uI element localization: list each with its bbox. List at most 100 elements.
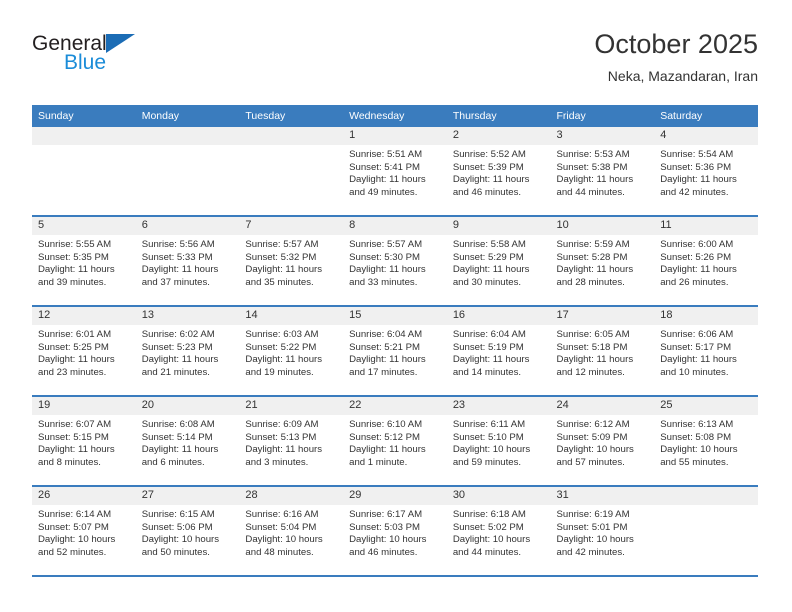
calendar-day-cell[interactable]: 29 Sunrise: 6:17 AM Sunset: 5:03 PM Dayligh…: [343, 485, 447, 577]
sunrise-time: Sunrise: 5:56 AM: [141, 239, 215, 250]
daylight-duration-line2: and 42 minutes.: [660, 186, 729, 198]
brand-logo[interactable]: General Blue: [32, 32, 232, 92]
day-number: 22: [343, 397, 447, 415]
calendar-day-cell[interactable]: 11 Sunrise: 6:00 AM Sunset: 5:26 PM Dayligh…: [654, 215, 758, 306]
sunset-time: Sunset: 5:35 PM: [38, 251, 109, 263]
calendar-day-cell[interactable]: 13 Sunrise: 6:02 AM Sunset: 5:23 PM Dayligh…: [135, 305, 240, 396]
day-number: 29: [343, 487, 447, 505]
calendar-week-row: 1 Sunrise: 5:51 AM Sunset: 5:41 PM Daylight…: [32, 127, 758, 216]
calendar-day-cell[interactable]: 17 Sunrise: 6:05 AM Sunset: 5:18 PM Dayligh…: [550, 305, 655, 396]
daylight-duration-line1: Daylight: 11 hours: [660, 174, 737, 186]
sunset-time: Sunset: 5:21 PM: [349, 341, 421, 353]
daylight-duration-line2: and 12 minutes.: [556, 366, 625, 378]
day-details: Sunrise: 6:00 AM Sunset: 5:26 PM Daylight:…: [654, 235, 758, 289]
sunset-time: Sunset: 5:23 PM: [141, 341, 213, 353]
day-number: 30: [446, 487, 551, 505]
calendar-day-cell[interactable]: 7 Sunrise: 5:57 AM Sunset: 5:32 PM Daylight…: [239, 215, 344, 306]
daylight-duration-line1: Daylight: 11 hours: [349, 264, 426, 276]
sunrise-time: Sunrise: 6:07 AM: [38, 419, 112, 430]
daylight-duration-line2: and 49 minutes.: [349, 186, 418, 198]
sunrise-time: Sunrise: 6:06 AM: [660, 329, 734, 340]
daylight-duration-line1: Daylight: 11 hours: [349, 174, 426, 186]
calendar-day-cell-empty: [32, 127, 136, 216]
day-number: 31: [550, 487, 655, 505]
calendar-day-cell-empty: [135, 127, 240, 216]
calendar-day-cell[interactable]: 27 Sunrise: 6:15 AM Sunset: 5:06 PM Dayligh…: [135, 485, 240, 577]
daylight-duration-line1: Daylight: 11 hours: [349, 444, 426, 456]
sunrise-time: Sunrise: 5:59 AM: [556, 239, 630, 250]
calendar-day-cell[interactable]: 14 Sunrise: 6:03 AM Sunset: 5:22 PM Dayligh…: [239, 305, 344, 396]
calendar-body: 1 Sunrise: 5:51 AM Sunset: 5:41 PM Daylight…: [32, 127, 758, 577]
calendar-day-cell[interactable]: 4 Sunrise: 5:54 AM Sunset: 5:36 PM Daylight…: [654, 127, 758, 216]
sunset-time: Sunset: 5:09 PM: [556, 431, 628, 443]
day-number: 19: [32, 397, 136, 415]
day-number: 11: [654, 217, 758, 235]
sunset-time: Sunset: 5:02 PM: [452, 521, 524, 533]
sunset-time: Sunset: 5:25 PM: [38, 341, 109, 353]
daylight-duration-line1: Daylight: 11 hours: [556, 174, 634, 186]
calendar-day-cell[interactable]: 6 Sunrise: 5:56 AM Sunset: 5:33 PM Daylight…: [135, 215, 240, 306]
day-details: Sunrise: 5:55 AM Sunset: 5:35 PM Daylight:…: [32, 235, 136, 289]
calendar-day-cell[interactable]: 9 Sunrise: 5:58 AM Sunset: 5:29 PM Daylight…: [446, 215, 551, 306]
calendar-day-cell[interactable]: 15 Sunrise: 6:04 AM Sunset: 5:21 PM Dayligh…: [343, 305, 447, 396]
calendar-day-cell[interactable]: 10 Sunrise: 5:59 AM Sunset: 5:28 PM Dayligh…: [550, 215, 655, 306]
day-details: Sunrise: 6:13 AM Sunset: 5:08 PM Daylight:…: [654, 415, 758, 469]
calendar-grid: Sunday Monday Tuesday Wednesday Thursday Frid…: [32, 105, 758, 577]
calendar-week-row: 12 Sunrise: 6:01 AM Sunset: 5:25 PM Dayligh…: [32, 305, 758, 396]
day-number: [654, 487, 758, 505]
daylight-duration-line2: and 3 minutes.: [245, 456, 309, 468]
sunrise-time: Sunrise: 5:52 AM: [452, 149, 526, 160]
daylight-duration-line2: and 21 minutes.: [141, 366, 210, 378]
calendar-day-cell[interactable]: 30 Sunrise: 6:18 AM Sunset: 5:02 PM Dayligh…: [446, 485, 551, 577]
sunrise-time: Sunrise: 5:57 AM: [349, 239, 423, 250]
daylight-duration-line2: and 44 minutes.: [556, 186, 625, 198]
day-number: 3: [550, 127, 655, 145]
calendar-day-cell[interactable]: 19 Sunrise: 6:07 AM Sunset: 5:15 PM Dayligh…: [32, 395, 136, 486]
daylight-duration-line1: Daylight: 10 hours: [556, 534, 634, 546]
calendar-day-cell[interactable]: 24 Sunrise: 6:12 AM Sunset: 5:09 PM Dayligh…: [550, 395, 655, 486]
day-number: 13: [135, 307, 240, 325]
calendar-day-cell[interactable]: 23 Sunrise: 6:11 AM Sunset: 5:10 PM Dayligh…: [446, 395, 551, 486]
day-details: Sunrise: 5:57 AM Sunset: 5:30 PM Daylight:…: [343, 235, 447, 289]
sunrise-time: Sunrise: 6:02 AM: [141, 329, 215, 340]
daylight-duration-line1: Daylight: 11 hours: [38, 354, 115, 366]
daylight-duration-line2: and 6 minutes.: [141, 456, 205, 468]
daylight-duration-line2: and 50 minutes.: [141, 546, 210, 558]
day-details: Sunrise: 6:03 AM Sunset: 5:22 PM Daylight:…: [239, 325, 343, 379]
sunset-time: Sunset: 5:01 PM: [556, 521, 628, 533]
day-details: Sunrise: 5:57 AM Sunset: 5:32 PM Daylight:…: [239, 235, 343, 289]
day-details: Sunrise: 6:14 AM Sunset: 5:07 PM Daylight:…: [32, 505, 136, 559]
calendar-day-cell[interactable]: 3 Sunrise: 5:53 AM Sunset: 5:38 PM Daylight…: [550, 127, 655, 216]
calendar-day-cell[interactable]: 26 Sunrise: 6:14 AM Sunset: 5:07 PM Dayligh…: [32, 485, 136, 577]
calendar-day-cell[interactable]: 5 Sunrise: 5:55 AM Sunset: 5:35 PM Daylight…: [32, 215, 136, 306]
calendar-day-cell[interactable]: 1 Sunrise: 5:51 AM Sunset: 5:41 PM Daylight…: [343, 127, 447, 216]
sunset-time: Sunset: 5:30 PM: [349, 251, 421, 263]
sunrise-time: Sunrise: 5:54 AM: [660, 149, 734, 160]
calendar-day-cell[interactable]: 16 Sunrise: 6:04 AM Sunset: 5:19 PM Dayligh…: [446, 305, 551, 396]
day-number: 4: [654, 127, 758, 145]
calendar-day-cell[interactable]: 31 Sunrise: 6:19 AM Sunset: 5:01 PM Dayligh…: [550, 485, 655, 577]
calendar-day-cell[interactable]: 8 Sunrise: 5:57 AM Sunset: 5:30 PM Daylight…: [343, 215, 447, 306]
weekday-header-saturday: Saturday: [654, 105, 758, 127]
day-number: 7: [239, 217, 344, 235]
calendar-day-cell[interactable]: 28 Sunrise: 6:16 AM Sunset: 5:04 PM Dayligh…: [239, 485, 344, 577]
brand-logo-top: General: [32, 32, 232, 55]
day-number: 25: [654, 397, 758, 415]
day-details: Sunrise: 6:19 AM Sunset: 5:01 PM Daylight:…: [551, 505, 655, 559]
sunset-time: Sunset: 5:06 PM: [141, 521, 213, 533]
calendar-day-cell[interactable]: 2 Sunrise: 5:52 AM Sunset: 5:39 PM Daylight…: [446, 127, 551, 216]
sunset-time: Sunset: 5:14 PM: [141, 431, 213, 443]
calendar-day-cell[interactable]: 22 Sunrise: 6:10 AM Sunset: 5:12 PM Dayligh…: [343, 395, 447, 486]
daylight-duration-line1: Daylight: 11 hours: [141, 264, 219, 276]
sunset-time: Sunset: 5:41 PM: [349, 161, 421, 173]
daylight-duration-line1: Daylight: 10 hours: [349, 534, 427, 546]
day-number: 23: [446, 397, 551, 415]
calendar-day-cell[interactable]: 20 Sunrise: 6:08 AM Sunset: 5:14 PM Dayligh…: [135, 395, 240, 486]
calendar-day-cell[interactable]: 21 Sunrise: 6:09 AM Sunset: 5:13 PM Dayligh…: [239, 395, 344, 486]
sunset-time: Sunset: 5:28 PM: [556, 251, 628, 263]
calendar-day-cell[interactable]: 18 Sunrise: 6:06 AM Sunset: 5:17 PM Dayligh…: [654, 305, 758, 396]
calendar-day-cell[interactable]: 12 Sunrise: 6:01 AM Sunset: 5:25 PM Dayligh…: [32, 305, 136, 396]
day-details: Sunrise: 5:54 AM Sunset: 5:36 PM Daylight:…: [654, 145, 758, 199]
calendar-day-cell[interactable]: 25 Sunrise: 6:13 AM Sunset: 5:08 PM Dayligh…: [654, 395, 758, 486]
sunrise-time: Sunrise: 5:58 AM: [452, 239, 526, 250]
